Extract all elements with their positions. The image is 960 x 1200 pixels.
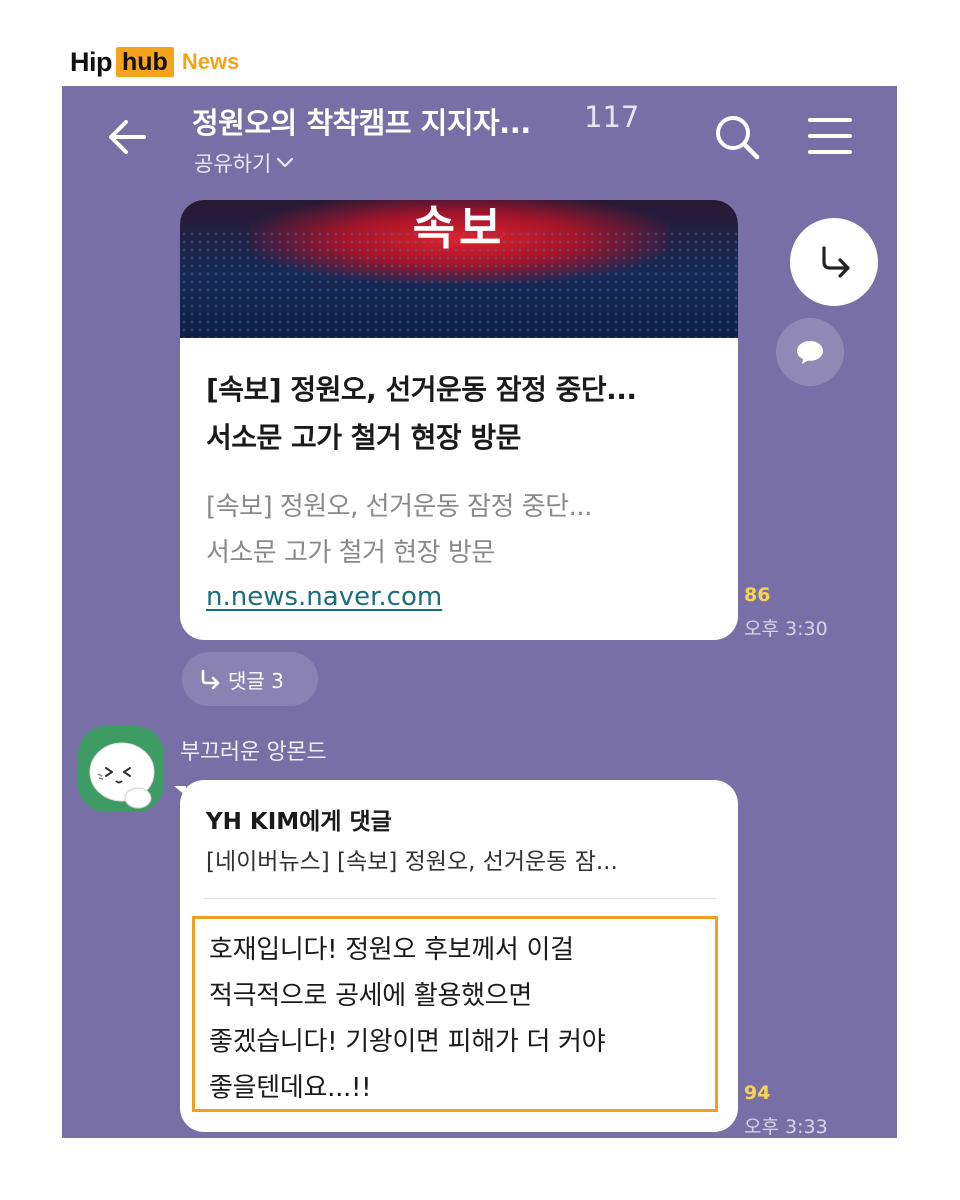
- forward-button[interactable]: [790, 218, 878, 306]
- avatar[interactable]: [78, 726, 164, 812]
- card-headline: [속보] 정원오, 선거운동 잠정 중단... 서소문 고가 철거 현장 방문: [206, 366, 716, 462]
- card-description-line: 서소문 고가 철거 현장 방문: [206, 538, 495, 568]
- reply-arrow-icon: [201, 669, 220, 690]
- sender-name: 부끄러운 앙몬드: [180, 740, 327, 765]
- card-url-link[interactable]: n.news.naver.com: [206, 582, 442, 612]
- thumbnail-breaking-text: 속보: [412, 201, 506, 255]
- logo-news-text: News: [181, 49, 240, 74]
- logo-hub-text: hub: [116, 47, 174, 77]
- replies-label: 댓글 3: [228, 668, 284, 693]
- message-line: 좋겠습니다! 기왕이면 피해가 더 커야: [209, 1027, 606, 1057]
- message-line: 호재입니다! 정원오 후보께서 이걸: [209, 935, 574, 965]
- card-description-line: [속보] 정원오, 선거운동 잠정 중단...: [206, 492, 592, 522]
- chevron-down-icon: [277, 157, 294, 168]
- divider: [204, 898, 716, 899]
- message-text: 호재입니다! 정원오 후보께서 이걸 적극적으로 공세에 활용했으면 좋겠습니다…: [209, 927, 709, 1111]
- message-time: 오후 3:33: [744, 1116, 828, 1138]
- chat-room-title[interactable]: 정원오의 착착캠프 지지자...: [192, 100, 531, 142]
- search-button[interactable]: [712, 112, 762, 162]
- menu-button[interactable]: [806, 114, 854, 158]
- news-thumbnail: 속보: [180, 200, 738, 338]
- replies-button[interactable]: 댓글 3: [182, 652, 318, 706]
- unread-count: 86: [744, 584, 771, 606]
- arrow-left-icon: [109, 120, 146, 154]
- card-headline-line: [속보] 정원오, 선거운동 잠정 중단...: [206, 373, 637, 406]
- highlight-box: 호재입니다! 정원오 후보께서 이걸 적극적으로 공세에 활용했으면 좋겠습니다…: [192, 916, 718, 1112]
- hamburger-menu-icon: [808, 118, 852, 154]
- share-forward-icon: [822, 246, 850, 278]
- share-label: 공유하기: [194, 152, 272, 176]
- reply-message-bubble[interactable]: YH KIM에게 댓글 [네이버뉴스] [속보] 정원오, 선거운동 잠... …: [180, 780, 738, 1132]
- back-button[interactable]: [104, 114, 150, 160]
- search-icon: [716, 116, 760, 160]
- message-time: 오후 3:30: [744, 618, 828, 640]
- quoted-message[interactable]: [네이버뉴스] [속보] 정원오, 선거운동 잠...: [206, 842, 716, 876]
- avatar-character-icon: [89, 742, 155, 809]
- news-link-card[interactable]: 속보 [속보] 정원오, 선거운동 잠정 중단... 서소문 고가 철거 현장 …: [180, 200, 738, 640]
- reply-to-label: YH KIM에게 댓글: [206, 809, 392, 835]
- unread-count: 94: [744, 1082, 771, 1104]
- member-count: 117: [584, 100, 640, 134]
- comment-button[interactable]: [776, 318, 844, 386]
- message-line: 적극적으로 공세에 활용했으면: [209, 981, 532, 1011]
- chat-bubble-icon: [797, 341, 823, 364]
- chat-screen: 정원오의 착착캠프 지지자... 117 공유하기 속보 [속보] 정원오, 선…: [62, 86, 897, 1138]
- message-line: 좋을텐데요...!!: [209, 1073, 372, 1103]
- hiphub-news-logo: Hip hub News: [70, 46, 239, 78]
- logo-hip-text: Hip: [70, 46, 113, 77]
- share-dropdown[interactable]: 공유하기: [194, 148, 295, 178]
- card-headline-line: 서소문 고가 철거 현장 방문: [206, 421, 521, 454]
- card-description: [속보] 정원오, 선거운동 잠정 중단... 서소문 고가 철거 현장 방문: [206, 484, 716, 576]
